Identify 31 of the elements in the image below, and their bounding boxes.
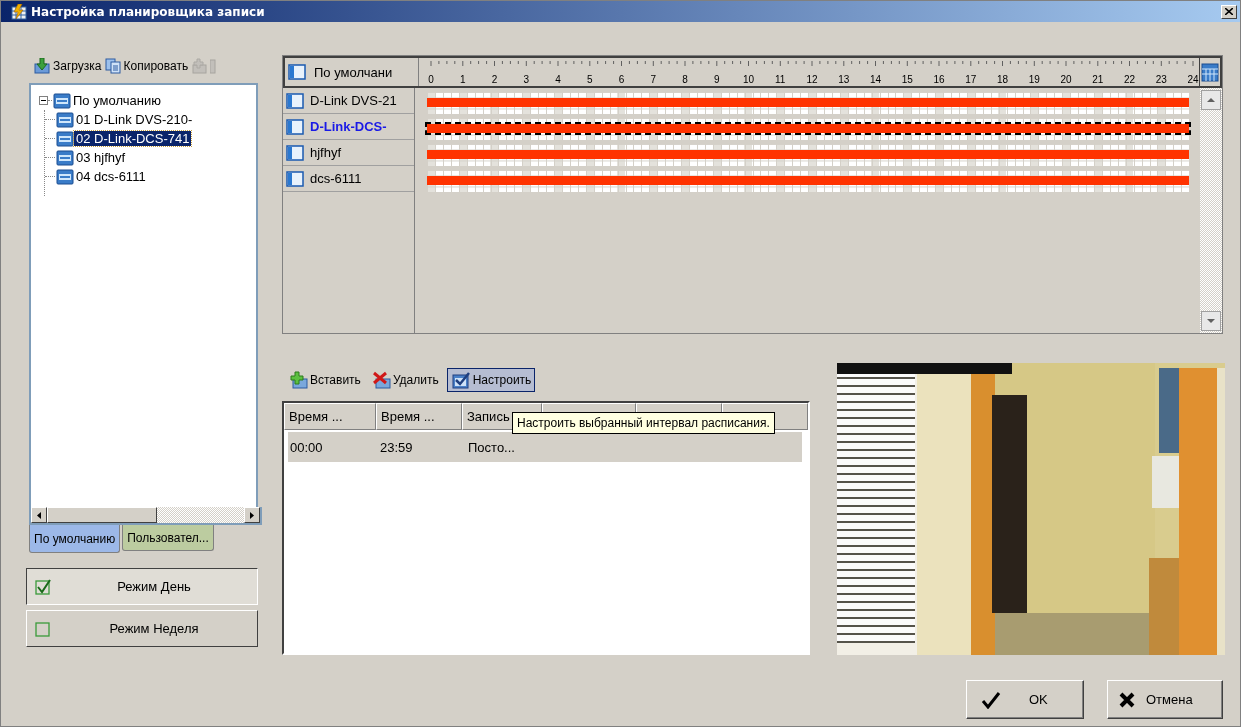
hour-label: 12 bbox=[806, 74, 818, 85]
column-header: По умолчани bbox=[285, 58, 419, 86]
hour-label: 9 bbox=[713, 74, 720, 85]
hour-label: 15 bbox=[901, 74, 913, 85]
hour-label: 16 bbox=[933, 74, 945, 85]
table-cell-text: 23:59 bbox=[379, 439, 414, 455]
hour-label: 11 bbox=[775, 74, 786, 85]
tooltip: Настроить выбранный интервал расписания. bbox=[512, 412, 775, 434]
hour-label: 14 bbox=[869, 74, 882, 85]
table-cell-text: Посто... bbox=[467, 439, 516, 455]
hour-label: 17 bbox=[965, 74, 977, 85]
hour-label: 23 bbox=[1155, 74, 1167, 85]
hour-label: 22 bbox=[1123, 74, 1136, 85]
hour-label: 3 bbox=[523, 74, 530, 85]
hour-label: 5 bbox=[586, 74, 593, 85]
hour-label: 21 bbox=[1092, 74, 1104, 85]
hour-label: 1 bbox=[459, 74, 466, 85]
hour-label: 4 bbox=[555, 74, 561, 85]
table-cell-text: 00:00 bbox=[289, 439, 324, 455]
hour-label: 24 bbox=[1187, 74, 1199, 85]
hour-label: 20 bbox=[1060, 74, 1072, 85]
window-title: Настройка планировщика записи bbox=[31, 4, 266, 19]
hour-label: 18 bbox=[996, 74, 1009, 85]
hour-label: 2 bbox=[491, 74, 498, 85]
hour-label: 0 bbox=[428, 74, 434, 85]
hour-label: 6 bbox=[618, 74, 625, 85]
hour-label: 7 bbox=[650, 74, 657, 85]
hour-label: 19 bbox=[1028, 74, 1040, 85]
hour-label: 13 bbox=[838, 74, 850, 85]
hour-label: 8 bbox=[682, 74, 688, 85]
hour-label: 10 bbox=[742, 74, 755, 85]
